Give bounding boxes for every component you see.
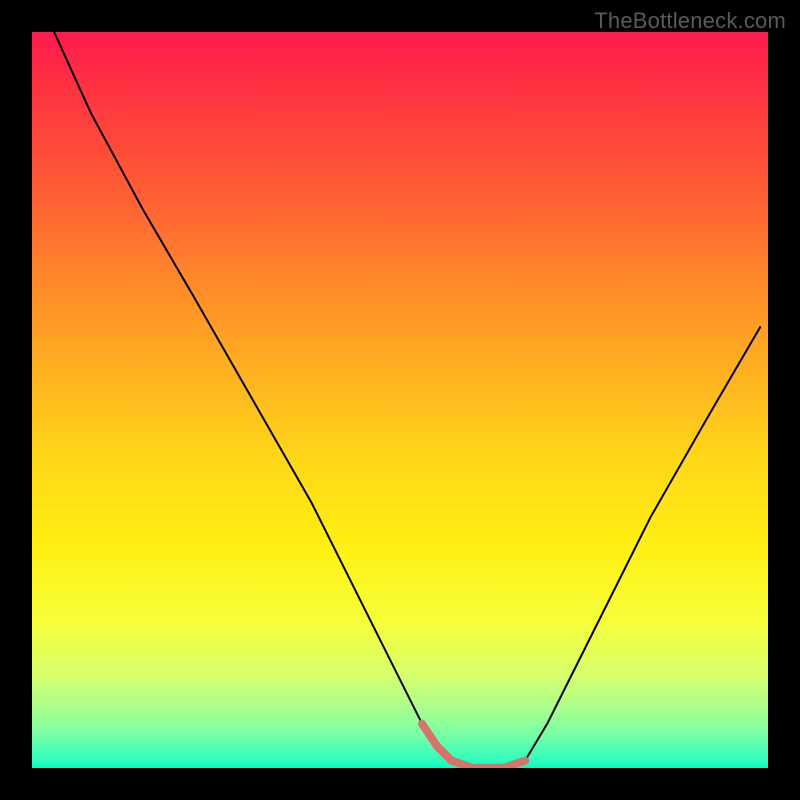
bottleneck-curve-line [54,32,761,768]
watermark-text: TheBottleneck.com [594,8,786,34]
chart-plot-area [32,32,768,768]
chart-frame: TheBottleneck.com [0,0,800,800]
bottleneck-bottom-highlight [422,724,525,768]
chart-svg [32,32,768,768]
